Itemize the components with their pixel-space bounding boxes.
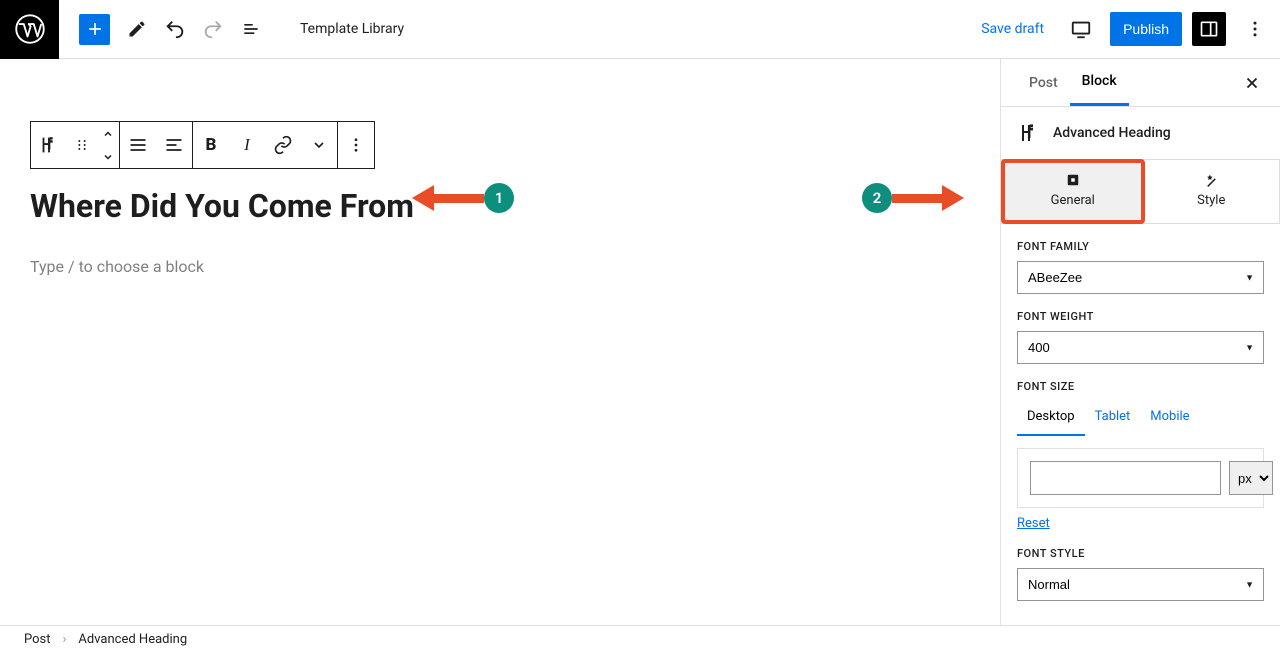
drag-handle-icon[interactable] — [67, 122, 97, 168]
editor-canvas[interactable]: B I Where Did You Come From Type / to ch… — [0, 59, 1000, 625]
chevron-right-icon: › — [63, 632, 67, 647]
subtab-general-label: General — [1051, 193, 1095, 208]
publish-button[interactable]: Publish — [1110, 12, 1182, 46]
more-formatting-icon[interactable] — [301, 122, 337, 168]
edit-tool-icon[interactable] — [118, 10, 156, 48]
wordpress-logo[interactable] — [0, 0, 59, 59]
annotation-badge-1: 1 — [484, 183, 514, 213]
breadcrumb-current[interactable]: Advanced Heading — [78, 632, 187, 647]
font-style-label: FONT STYLE — [1017, 547, 1264, 560]
block-header: Advanced Heading — [1001, 107, 1280, 159]
subtab-general[interactable]: General — [1001, 159, 1145, 224]
tab-block[interactable]: Block — [1070, 59, 1129, 106]
font-style-section: FONT STYLE Normal — [1001, 547, 1280, 617]
block-toolbar: B I — [30, 121, 375, 169]
align-left-icon[interactable] — [156, 122, 192, 168]
align-full-icon[interactable] — [120, 122, 156, 168]
redo-icon[interactable] — [194, 10, 232, 48]
annotation-badge-2: 2 — [862, 183, 892, 213]
block-subtabs: General Style — [1001, 159, 1280, 224]
block-type-icon[interactable] — [31, 122, 67, 168]
close-icon[interactable] — [1240, 71, 1264, 95]
font-family-section: FONT FAMILY ABeeZee — [1001, 224, 1280, 310]
font-weight-section: FONT WEIGHT 400 — [1001, 310, 1280, 380]
block-placeholder[interactable]: Type / to choose a block — [30, 257, 970, 276]
breadcrumb-root[interactable]: Post — [24, 632, 51, 647]
style-icon — [1205, 174, 1218, 187]
add-block-button[interactable] — [79, 14, 110, 45]
settings-sidebar: Post Block Advanced Heading General Styl… — [1000, 59, 1280, 625]
template-library-link[interactable]: Template Library — [300, 21, 404, 37]
sidebar-tabs: Post Block — [1001, 59, 1280, 107]
reset-link[interactable]: Reset — [1017, 516, 1050, 531]
breadcrumb-bar: Post › Advanced Heading — [0, 625, 1280, 653]
preview-icon[interactable] — [1062, 10, 1100, 48]
font-size-section: FONT SIZE Desktop Tablet Mobile px Reset — [1001, 380, 1280, 547]
font-family-select[interactable]: ABeeZee — [1017, 261, 1264, 294]
general-icon — [1066, 173, 1080, 187]
device-tab-tablet[interactable]: Tablet — [1085, 401, 1141, 436]
italic-icon[interactable]: I — [229, 122, 265, 168]
undo-icon[interactable] — [156, 10, 194, 48]
move-up-icon[interactable] — [102, 122, 114, 145]
move-down-icon[interactable] — [102, 145, 114, 168]
annotation-arrow-1: 1 — [412, 183, 514, 213]
settings-panel-toggle[interactable] — [1192, 12, 1226, 46]
font-style-select[interactable]: Normal — [1017, 568, 1264, 601]
advanced-heading-icon — [1017, 121, 1041, 145]
subtab-style[interactable]: Style — [1144, 160, 1280, 223]
block-name: Advanced Heading — [1053, 125, 1171, 141]
options-menu-icon[interactable] — [1236, 10, 1274, 48]
block-options-icon[interactable] — [338, 122, 374, 168]
font-family-label: FONT FAMILY — [1017, 240, 1264, 253]
top-bar: Template Library Save draft Publish — [0, 0, 1280, 59]
font-size-input[interactable] — [1030, 461, 1221, 495]
font-size-label: FONT SIZE — [1017, 380, 1264, 393]
save-draft-link[interactable]: Save draft — [981, 21, 1044, 37]
font-size-unit-select[interactable]: px — [1229, 461, 1273, 495]
bold-icon[interactable]: B — [193, 122, 229, 168]
link-icon[interactable] — [265, 122, 301, 168]
annotation-arrow-2: 2 — [862, 183, 964, 213]
device-tabs: Desktop Tablet Mobile — [1017, 401, 1264, 436]
subtab-style-label: Style — [1197, 193, 1225, 208]
font-weight-label: FONT WEIGHT — [1017, 310, 1264, 323]
font-weight-select[interactable]: 400 — [1017, 331, 1264, 364]
tab-post[interactable]: Post — [1017, 61, 1070, 105]
main-area: B I Where Did You Come From Type / to ch… — [0, 59, 1280, 625]
device-tab-desktop[interactable]: Desktop — [1017, 401, 1085, 436]
document-overview-icon[interactable] — [232, 10, 270, 48]
move-arrows — [97, 122, 119, 168]
device-tab-mobile[interactable]: Mobile — [1140, 401, 1199, 436]
